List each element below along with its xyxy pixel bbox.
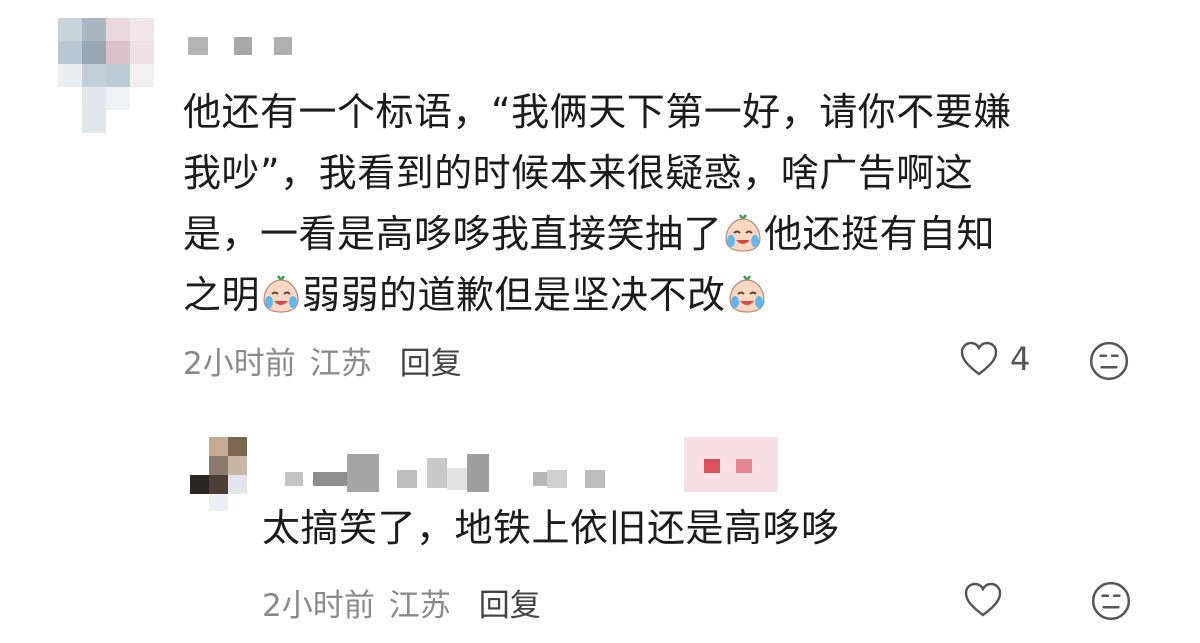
author-badge: [684, 437, 778, 492]
reply-reply-button[interactable]: 回复: [479, 580, 541, 625]
cry-laugh-emoji-icon: [263, 275, 299, 313]
comment-line-3-end: 他还挺有自知: [764, 212, 996, 256]
heart-icon[interactable]: [962, 580, 1004, 620]
reply-time: 2小时前: [262, 588, 375, 624]
cry-laugh-emoji-icon: [728, 275, 765, 313]
reply-button[interactable]: 回复: [400, 338, 462, 383]
comment-line-3: 是，一看是高哆哆我直接笑抽了 他还挺有自知: [183, 204, 1173, 265]
replier-avatar[interactable]: [190, 437, 247, 511]
comment-meta: 2小时前 江苏 回复: [183, 338, 462, 383]
comment-location: 江苏: [309, 346, 372, 382]
comment-line-2: 我吵”，我看到的时候本来很疑惑，啥广告啊这: [183, 151, 974, 195]
comment-line-4-middle: 弱弱的道歉但是坚决不改: [302, 273, 726, 317]
heart-icon[interactable]: [958, 339, 1000, 379]
dislike-face-icon[interactable]: [1090, 580, 1132, 622]
dislike-face-icon[interactable]: [1088, 340, 1130, 382]
reply-text: 太搞笑了，地铁上依旧还是高哆哆: [262, 506, 840, 550]
commenter-username[interactable]: [188, 36, 292, 56]
comment-line-1: 他还有一个标语，“我俩天下第一好，请你不要嫌: [183, 90, 1012, 134]
cry-laugh-emoji-icon: [725, 214, 761, 252]
like-count: 4: [1010, 340, 1031, 378]
comment-line-3-start: 是，一看是高哆哆我直接笑抽了: [183, 212, 723, 256]
comment-line-4: 之明 弱弱的道歉但是坚决不改: [183, 265, 1173, 326]
comment-text: 他还有一个标语，“我俩天下第一好，请你不要嫌 我吵”，我看到的时候本来很疑惑，啥…: [183, 82, 1173, 326]
replier-username[interactable]: [285, 452, 605, 494]
reply-location: 江苏: [388, 588, 451, 624]
reply-meta: 2小时前 江苏 回复: [262, 580, 541, 625]
comment-time: 2小时前: [183, 346, 296, 382]
commenter-avatar[interactable]: [58, 18, 154, 134]
comment-line-4-start: 之明: [183, 273, 261, 317]
